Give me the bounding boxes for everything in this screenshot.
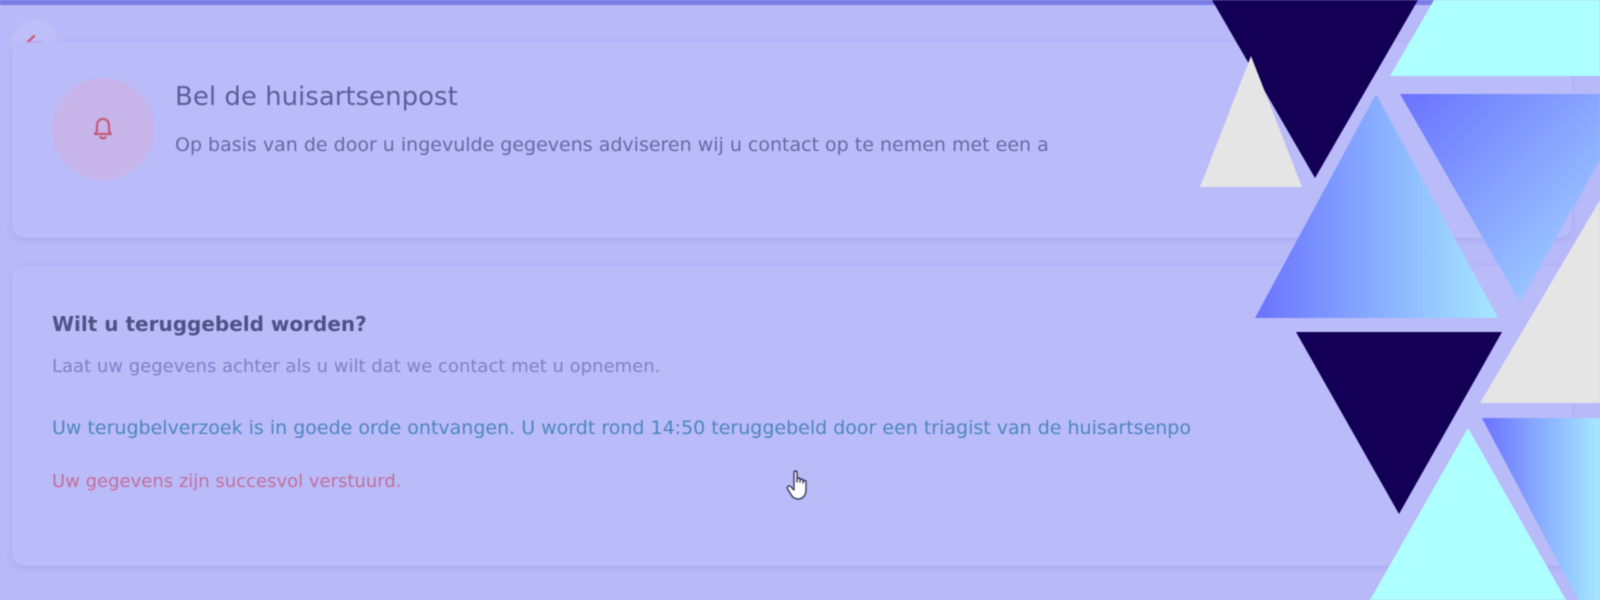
advice-title: Bel de huisartsenpost — [175, 82, 458, 112]
callback-success-message: Uw gegevens zijn succesvol verstuurd. — [52, 471, 402, 492]
bell-icon — [93, 117, 113, 140]
advice-text: Op basis van de door u ingevulde gegeven… — [175, 134, 1049, 156]
decorative-triangles — [1200, 0, 1600, 600]
cyan-triangle-top — [1390, 0, 1600, 76]
callback-subtitle: Laat uw gegevens achter als u wilt dat w… — [52, 356, 661, 377]
bell-icon-circle — [52, 78, 154, 180]
hand-pointer-icon — [786, 470, 807, 500]
callback-confirmation-message: Uw terugbelverzoek is in goede orde ontv… — [52, 417, 1191, 439]
callback-title: Wilt u teruggebeld worden? — [52, 312, 367, 336]
